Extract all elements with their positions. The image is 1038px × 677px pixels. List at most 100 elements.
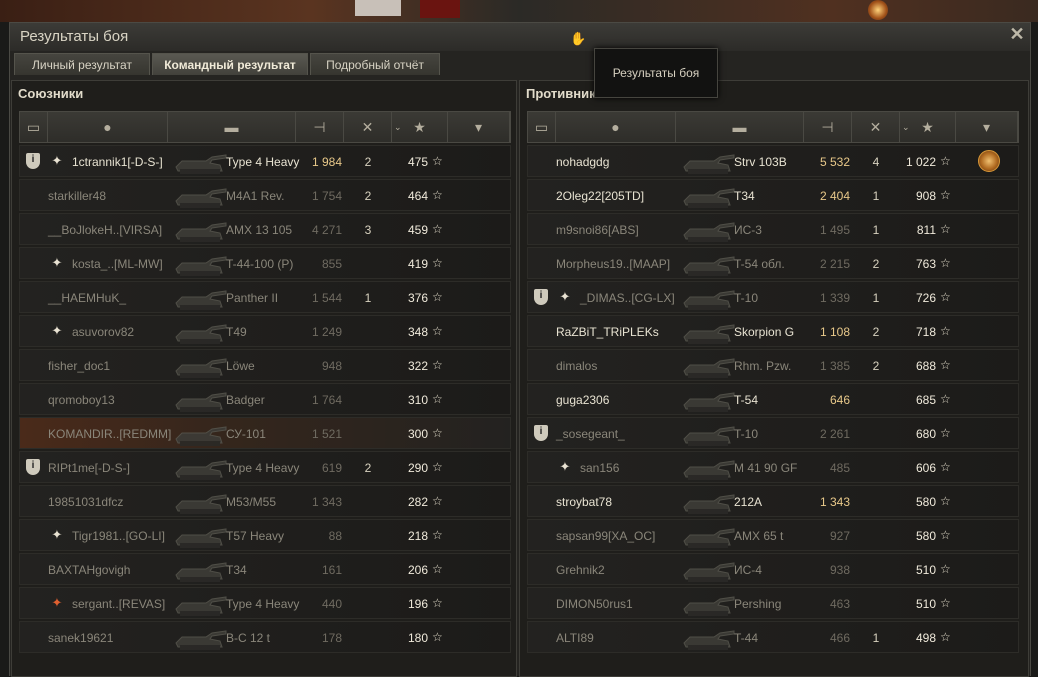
player-column-header[interactable]: ● [556,112,676,142]
xp-column-header[interactable]: ★ ⌄ [900,112,956,142]
player-row[interactable]: 19851031dfcz M53/M55 1 343 282 ☆ [19,485,511,517]
player-name[interactable]: __BoJlokeH..[VIRSA] [48,223,162,237]
player-name[interactable]: fisher_doc1 [48,359,110,373]
xp-value: 218 [407,529,428,543]
kills-value: 3 [364,223,372,237]
player-name[interactable]: san156 [580,461,619,475]
player-name[interactable]: _sosegeant_ [556,427,625,441]
player-row[interactable]: ✦ kosta_..[ML-MW] T-44-100 (P) 855 419 ☆ [19,247,511,279]
player-row[interactable]: fisher_doc1 Löwe 948 322 ☆ [19,349,511,381]
squad-column-header[interactable]: ▭ [528,112,556,142]
player-name[interactable]: sanek19621 [48,631,113,645]
tab-detailed-report[interactable]: Подробный отчёт [310,53,440,75]
player-row[interactable]: guga2306 T-54 646 685 ☆ [527,383,1019,415]
damage-value: 2 404 [819,189,850,203]
tank-icon [172,623,228,653]
player-row[interactable]: m9snoi86[ABS] ИС-3 1 495 1 811 ☆ [527,213,1019,245]
player-name[interactable]: Grehnik2 [556,563,605,577]
star-icon: ☆ [432,562,443,576]
player-name[interactable]: BAXTAHgovigh [48,563,130,577]
player-name[interactable]: dimalos [556,359,597,373]
player-row[interactable]: BAXTAHgovigh T34 161 206 ☆ [19,553,511,585]
player-name[interactable]: Morpheus19..[MAAP] [556,257,670,271]
xp-column-header[interactable]: ★ ⌄ [392,112,448,142]
player-row[interactable]: ALTI89 T-44 466 1 498 ☆ [527,621,1019,653]
close-button[interactable]: ✕ [1008,25,1026,43]
kills-column-header[interactable]: ✕ [852,112,900,142]
player-row[interactable]: __BoJlokeH..[VIRSA] AMX 13 105 4 271 3 459 ☆ [19,213,511,245]
squad-column-header[interactable]: ▭ [20,112,48,142]
tab-personal-result[interactable]: Личный результат [14,53,150,75]
window-titlebar[interactable]: Результаты боя ✋ ✕ [10,23,1030,51]
player-row[interactable]: RaZBiT_TRiPLEKs Skorpion G 1 108 2 718 ☆ [527,315,1019,347]
xp-value: 811 [916,223,936,237]
player-row[interactable]: ✦ asuvorov82 T49 1 249 348 ☆ [19,315,511,347]
player-name[interactable]: RIPt1me[-D-S-] [48,461,130,475]
tank-icon [172,181,228,211]
star-icon: ☆ [940,222,951,236]
player-row[interactable]: qromoboy13 Badger 1 764 310 ☆ [19,383,511,415]
player-name[interactable]: 19851031dfcz [48,495,123,509]
player-row[interactable]: sanek19621 B-C 12 t 178 180 ☆ [19,621,511,653]
damage-value: 1 343 [819,495,850,509]
player-row[interactable]: __HAEMHuK_ Panther II 1 544 1 376 ☆ [19,281,511,313]
player-row[interactable]: dimalos Rhm. Pzw. 1 385 2 688 ☆ [527,349,1019,381]
kills-column-header[interactable]: ✕ [344,112,392,142]
xp-value: 322 [407,359,428,373]
player-row[interactable]: starkiller48 M4A1 Rev. 1 754 2 464 ☆ [19,179,511,211]
player-name[interactable]: asuvorov82 [72,325,134,339]
medals-column-header[interactable]: ▾ [448,112,510,142]
player-row[interactable]: KOMANDIR..[REDMM] СУ-101 1 521 300 ☆ [19,417,511,449]
player-name[interactable]: _DIMAS..[CG-LX] [580,291,675,305]
xp-value: 510 [915,563,936,577]
player-row[interactable]: 2Oleg22[205TD] T34 2 404 1 908 ☆ [527,179,1019,211]
player-name[interactable]: KOMANDIR..[REDMM] [48,427,171,441]
player-row[interactable]: i _sosegeant_ T-10 2 261 680 ☆ [527,417,1019,449]
vehicle-column-header[interactable]: ▬ [168,112,296,142]
player-name[interactable]: stroybat78 [556,495,612,509]
player-row[interactable]: ✦ sergant..[REVAS] Type 4 Heavy 440 196 ☆ [19,587,511,619]
player-name[interactable]: kosta_..[ML-MW] [72,257,163,271]
player-row[interactable]: sapsan99[XA_OC] AMX 65 t 927 580 ☆ [527,519,1019,551]
player-name[interactable]: Tigr1981..[GO-LI] [72,529,165,543]
tank-icon [680,249,736,279]
damage-column-header[interactable]: ⊣ [804,112,852,142]
squad-icon: ▭ [26,119,41,135]
vehicle-name: Strv 103B [734,155,787,169]
player-name[interactable]: __HAEMHuK_ [48,291,126,305]
player-row[interactable]: Grehnik2 ИС-4 938 510 ☆ [527,553,1019,585]
player-row[interactable]: stroybat78 212A 1 343 580 ☆ [527,485,1019,517]
player-row[interactable]: ✦ san156 M 41 90 GF 485 606 ☆ [527,451,1019,483]
vehicle-name: Panther II [226,291,279,305]
player-name[interactable]: sergant..[REVAS] [72,597,165,611]
xp-value: 685 [915,393,936,407]
player-name[interactable]: sapsan99[XA_OC] [556,529,655,543]
player-row[interactable]: nohadgdg Strv 103B 5 532 4 1 022 ☆ [527,145,1019,177]
player-name[interactable]: ALTI89 [556,631,594,645]
tab-team-result[interactable]: Командный результат [152,53,308,75]
player-name[interactable]: qromoboy13 [48,393,115,407]
player-name[interactable]: nohadgdg [556,155,609,169]
player-name[interactable]: 2Oleg22[205TD] [556,189,644,203]
damage-column-header[interactable]: ⊣ [296,112,344,142]
star-icon: ☆ [940,630,951,644]
player-name[interactable]: m9snoi86[ABS] [556,223,639,237]
player-row[interactable]: DIMON50rus1 Pershing 463 510 ☆ [527,587,1019,619]
tank-icon [680,555,736,585]
player-row[interactable]: i ✦ _DIMAS..[CG-LX] T-10 1 339 1 726 ☆ [527,281,1019,313]
star-icon: ☆ [432,528,443,542]
player-name[interactable]: 1ctrannik1[-D-S-] [72,155,163,169]
player-column-header[interactable]: ● [48,112,168,142]
vehicle-name: AMX 65 t [734,529,784,543]
vehicle-column-header[interactable]: ▬ [676,112,804,142]
player-name[interactable]: starkiller48 [48,189,106,203]
player-row[interactable]: i RIPt1me[-D-S-] Type 4 Heavy 619 2 290 ☆ [19,451,511,483]
player-name[interactable]: DIMON50rus1 [556,597,633,611]
player-name[interactable]: guga2306 [556,393,609,407]
medal-icon[interactable] [978,150,1000,172]
medals-column-header[interactable]: ▾ [956,112,1018,142]
player-row[interactable]: i ✦ 1ctrannik1[-D-S-] Type 4 Heavy 1 984 2 475… [19,145,511,177]
player-name[interactable]: RaZBiT_TRiPLEKs [556,325,659,339]
player-row[interactable]: Morpheus19..[MAAP] T-54 обл. 2 215 2 763 ☆ [527,247,1019,279]
player-row[interactable]: ✦ Tigr1981..[GO-LI] T57 Heavy 88 218 ☆ [19,519,511,551]
